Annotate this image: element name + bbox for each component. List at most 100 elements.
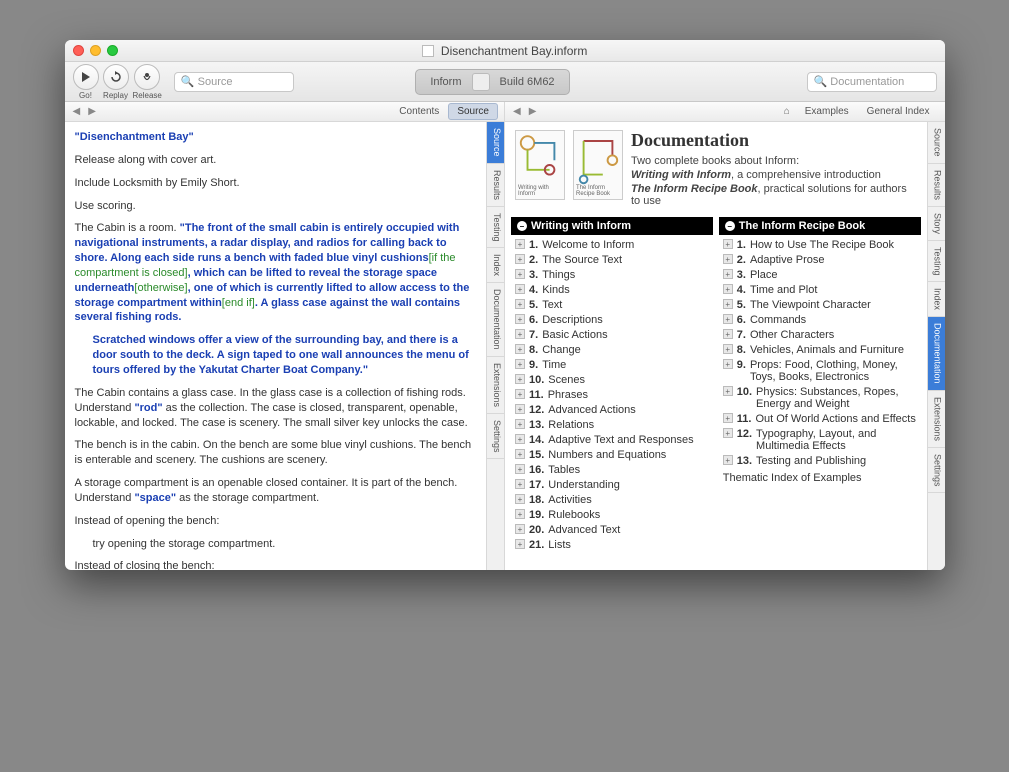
expand-icon[interactable]: + [515, 464, 525, 474]
sidetab-source[interactable]: Source [928, 122, 945, 164]
sidetab-settings[interactable]: Settings [928, 448, 945, 494]
doc-chapter-link[interactable]: +14.Adaptive Text and Responses [515, 432, 709, 447]
doc-chapter-link[interactable]: +1.Welcome to Inform [515, 237, 709, 252]
thematic-index-link[interactable]: Thematic Index of Examples [719, 470, 921, 486]
doc-chapter-link[interactable]: +16.Tables [515, 462, 709, 477]
expand-icon[interactable]: + [723, 359, 733, 369]
doc-chapter-link[interactable]: +6.Descriptions [515, 312, 709, 327]
expand-icon[interactable]: + [515, 389, 525, 399]
back-icon[interactable]: ◀ [511, 106, 523, 117]
sidetab-settings[interactable]: Settings [487, 414, 504, 460]
sidetab-testing[interactable]: Testing [487, 207, 504, 249]
doc-chapter-link[interactable]: +10.Scenes [515, 372, 709, 387]
expand-icon[interactable]: + [515, 434, 525, 444]
sidetab-story[interactable]: Story [928, 207, 945, 241]
doc-chapter-link[interactable]: +1.How to Use The Recipe Book [723, 237, 917, 252]
book-thumb-wwi[interactable]: Writing with Inform [515, 130, 565, 200]
doc-chapter-link[interactable]: +3.Things [515, 267, 709, 282]
expand-icon[interactable]: + [515, 524, 525, 534]
expand-icon[interactable]: + [515, 404, 525, 414]
expand-icon[interactable]: + [515, 254, 525, 264]
doc-chapter-link[interactable]: +2.The Source Text [515, 252, 709, 267]
book-thumb-recipe[interactable]: The Inform Recipe Book [573, 130, 623, 200]
expand-icon[interactable]: + [515, 539, 525, 549]
expand-icon[interactable]: + [515, 494, 525, 504]
expand-icon[interactable]: + [723, 254, 733, 264]
fwd-icon[interactable]: ▶ [86, 106, 98, 117]
source-editor[interactable]: "Disenchantment Bay" Release along with … [65, 122, 487, 570]
expand-icon[interactable]: + [515, 269, 525, 279]
sidetab-source[interactable]: Source [487, 122, 504, 164]
doc-chapter-link[interactable]: +10.Physics: Substances, Ropes, Energy a… [723, 384, 917, 411]
doc-chapter-link[interactable]: +19.Rulebooks [515, 507, 709, 522]
expand-icon[interactable]: + [515, 374, 525, 384]
sidetab-results[interactable]: Results [928, 164, 945, 207]
doc-chapter-link[interactable]: +17.Understanding [515, 477, 709, 492]
expand-icon[interactable]: + [723, 284, 733, 294]
expand-icon[interactable]: + [515, 329, 525, 339]
doc-chapter-link[interactable]: +7.Other Characters [723, 327, 917, 342]
doc-search[interactable]: 🔍 Documentation [807, 72, 937, 92]
expand-icon[interactable]: + [723, 314, 733, 324]
doc-chapter-link[interactable]: +13.Testing and Publishing [723, 453, 917, 468]
expand-icon[interactable]: + [723, 329, 733, 339]
collapse-icon[interactable]: – [517, 221, 527, 231]
expand-icon[interactable]: + [515, 284, 525, 294]
sidetab-results[interactable]: Results [487, 164, 504, 207]
expand-icon[interactable]: + [515, 344, 525, 354]
doc-chapter-link[interactable]: +18.Activities [515, 492, 709, 507]
doc-chapter-link[interactable]: +4.Kinds [515, 282, 709, 297]
go-button[interactable] [73, 64, 99, 90]
expand-icon[interactable]: + [723, 386, 733, 396]
doc-chapter-link[interactable]: +5.The Viewpoint Character [723, 297, 917, 312]
doc-chapter-link[interactable]: +8.Change [515, 342, 709, 357]
expand-icon[interactable]: + [515, 314, 525, 324]
sidetab-extensions[interactable]: Extensions [928, 391, 945, 448]
tab-source[interactable]: Source [448, 103, 498, 120]
replay-button[interactable] [103, 64, 129, 90]
expand-icon[interactable]: + [515, 239, 525, 249]
doc-chapter-link[interactable]: +13.Relations [515, 417, 709, 432]
doc-chapter-link[interactable]: +9.Props: Food, Clothing, Money, Toys, B… [723, 357, 917, 384]
home-icon[interactable]: ⌂ [784, 106, 790, 117]
doc-chapter-link[interactable]: +11.Out Of World Actions and Effects [723, 411, 917, 426]
expand-icon[interactable]: + [515, 299, 525, 309]
sidetab-documentation[interactable]: Documentation [487, 283, 504, 357]
doc-chapter-link[interactable]: +20.Advanced Text [515, 522, 709, 537]
doc-chapter-link[interactable]: +9.Time [515, 357, 709, 372]
tab-general-index[interactable]: General Index [858, 103, 939, 120]
source-search[interactable]: 🔍 Source [174, 72, 294, 92]
expand-icon[interactable]: + [723, 269, 733, 279]
sidetab-extensions[interactable]: Extensions [487, 357, 504, 414]
doc-chapter-link[interactable]: +15.Numbers and Equations [515, 447, 709, 462]
expand-icon[interactable]: + [723, 455, 733, 465]
sidetab-index[interactable]: Index [928, 282, 945, 317]
tab-contents[interactable]: Contents [390, 103, 448, 120]
doc-chapter-link[interactable]: +21.Lists [515, 537, 709, 552]
expand-icon[interactable]: + [515, 449, 525, 459]
sidetab-index[interactable]: Index [487, 248, 504, 283]
expand-icon[interactable]: + [723, 428, 733, 438]
expand-icon[interactable]: + [515, 479, 525, 489]
sidetab-documentation[interactable]: Documentation [928, 317, 945, 391]
doc-chapter-link[interactable]: +12.Advanced Actions [515, 402, 709, 417]
expand-icon[interactable]: + [723, 239, 733, 249]
doc-chapter-link[interactable]: +3.Place [723, 267, 917, 282]
sidetab-testing[interactable]: Testing [928, 241, 945, 283]
doc-chapter-link[interactable]: +7.Basic Actions [515, 327, 709, 342]
doc-chapter-link[interactable]: +11.Phrases [515, 387, 709, 402]
collapse-icon[interactable]: – [725, 221, 735, 231]
doc-chapter-link[interactable]: +4.Time and Plot [723, 282, 917, 297]
doc-chapter-link[interactable]: +2.Adaptive Prose [723, 252, 917, 267]
expand-icon[interactable]: + [515, 419, 525, 429]
expand-icon[interactable]: + [723, 299, 733, 309]
expand-icon[interactable]: + [723, 344, 733, 354]
back-icon[interactable]: ◀ [71, 106, 83, 117]
doc-chapter-link[interactable]: +6.Commands [723, 312, 917, 327]
tab-examples[interactable]: Examples [796, 103, 858, 120]
doc-chapter-link[interactable]: +8.Vehicles, Animals and Furniture [723, 342, 917, 357]
doc-chapter-link[interactable]: +12.Typography, Layout, and Multimedia E… [723, 426, 917, 453]
expand-icon[interactable]: + [723, 413, 733, 423]
expand-icon[interactable]: + [515, 509, 525, 519]
release-button[interactable] [134, 64, 160, 90]
